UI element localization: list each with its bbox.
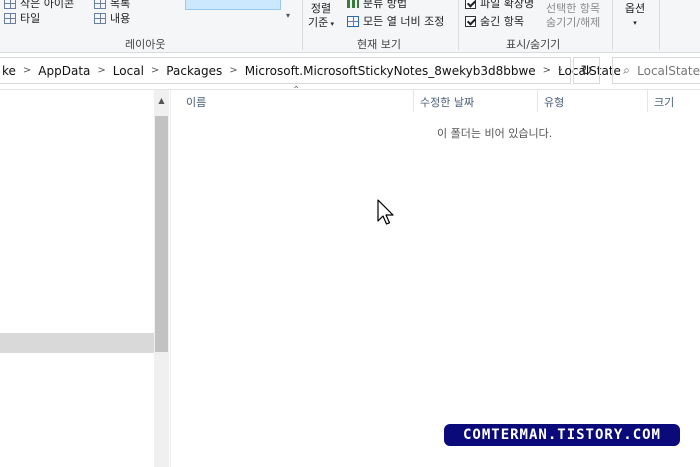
watermark-text: COMTERMAN.TISTORY.COM xyxy=(462,427,661,443)
layout-content-option[interactable]: 내용 xyxy=(94,10,130,26)
hidden-items-checkbox[interactable]: 숨긴 항목 xyxy=(465,13,524,29)
small-icons-icon xyxy=(4,0,16,9)
scroll-up-icon[interactable]: ▲ xyxy=(154,92,169,108)
mouse-cursor-icon xyxy=(377,199,394,225)
chevron-right-icon[interactable]: > xyxy=(151,65,159,76)
breadcrumb-item[interactable]: AppData xyxy=(38,64,90,78)
ribbon-separator xyxy=(659,0,660,50)
navigation-pane[interactable]: ▲ xyxy=(0,90,170,467)
layout-group-label: 레이아웃 xyxy=(125,38,166,51)
column-divider[interactable] xyxy=(413,90,414,112)
refresh-button[interactable]: ↻ xyxy=(573,57,600,84)
column-header-row: ⌃ 이름 수정한 날짜 유형 크기 xyxy=(171,85,700,112)
address-history-chevron-icon[interactable]: ⌄ xyxy=(556,64,564,74)
ribbon-separator xyxy=(612,0,613,50)
watermark-badge: COMTERMAN.TISTORY.COM xyxy=(444,424,680,446)
address-bar-row: ke > AppData > Local > Packages > Micros… xyxy=(0,53,700,90)
file-extensions-checkbox[interactable]: 파일 확장명 xyxy=(465,0,534,11)
search-input[interactable]: LocalState xyxy=(612,57,700,84)
layout-tiles-option[interactable]: 타일 xyxy=(4,10,40,26)
scrollbar-thumb[interactable] xyxy=(155,116,168,352)
hide-selected-button[interactable]: 선택한 항목 숨기기/해제 xyxy=(546,2,600,30)
chevron-down-icon: ▾ xyxy=(328,20,334,28)
layout-expand-icon[interactable]: ▾ xyxy=(282,6,294,24)
chevron-right-icon[interactable]: > xyxy=(543,65,551,76)
checkbox-checked-icon xyxy=(465,15,476,27)
pane-divider[interactable] xyxy=(170,90,171,467)
group-by-button[interactable]: 분류 방법 xyxy=(347,0,407,11)
nav-selected-item[interactable] xyxy=(0,333,154,353)
chevron-down-icon: ▾ xyxy=(633,19,637,27)
fit-columns-icon xyxy=(347,15,359,27)
chevron-right-icon[interactable]: > xyxy=(23,65,31,76)
sort-by-button[interactable]: 정렬 기준 ▾ xyxy=(308,2,334,31)
breadcrumb-item[interactable]: Microsoft.MicrosoftStickyNotes_8wekyb3d8… xyxy=(245,64,536,78)
breadcrumb: ke > AppData > Local > Packages > Micros… xyxy=(0,64,621,78)
options-button[interactable]: 옵션 ▾ xyxy=(620,2,650,30)
search-icon xyxy=(623,67,629,74)
nav-scrollbar[interactable]: ▲ xyxy=(154,90,169,467)
fit-columns-button[interactable]: 모든 열 너비 조정 xyxy=(347,13,444,29)
refresh-icon: ↻ xyxy=(580,62,593,79)
ribbon: 작은 아이콘 타일 목록 내용 ▾ 레이아웃 정렬 기준 ▾ 분류 방법 모든 … xyxy=(0,0,700,53)
ribbon-separator xyxy=(302,0,303,50)
layout-selected-option[interactable] xyxy=(185,0,281,10)
content-icon xyxy=(94,12,106,24)
breadcrumb-item[interactable]: Packages xyxy=(166,64,222,78)
chevron-right-icon[interactable]: > xyxy=(97,65,105,76)
ribbon-separator xyxy=(458,0,459,50)
chevron-right-icon[interactable]: > xyxy=(229,65,237,76)
column-name[interactable]: 이름 xyxy=(186,94,206,110)
tiles-icon xyxy=(4,12,16,24)
sort-ascending-icon: ⌃ xyxy=(292,85,301,96)
column-type[interactable]: 유형 xyxy=(544,94,564,110)
column-divider[interactable] xyxy=(647,90,648,112)
empty-folder-message: 이 폴더는 비어 있습니다. xyxy=(437,127,553,140)
breadcrumb-item[interactable]: ke xyxy=(2,64,16,78)
show-hide-group-label: 표시/숨기기 xyxy=(506,38,561,51)
column-divider[interactable] xyxy=(537,90,538,112)
checkbox-checked-icon xyxy=(465,0,476,9)
search-placeholder: LocalState xyxy=(637,63,700,78)
column-size[interactable]: 크기 xyxy=(654,94,674,110)
column-modified[interactable]: 수정한 날짜 xyxy=(420,94,474,110)
group-by-icon xyxy=(347,0,359,8)
current-view-group-label: 현재 보기 xyxy=(357,38,401,51)
address-bar[interactable]: ke > AppData > Local > Packages > Micros… xyxy=(0,57,621,84)
breadcrumb-item[interactable]: Local xyxy=(113,64,144,78)
list-icon xyxy=(94,0,106,9)
